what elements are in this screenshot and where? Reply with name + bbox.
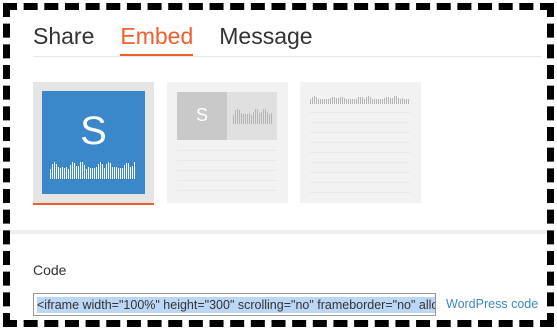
embed-code-input[interactable]: <iframe width="100%" height="300" scroll…: [33, 293, 436, 316]
placeholder-line: [310, 172, 410, 173]
placeholder-line: [310, 112, 410, 113]
code-label: Code: [33, 262, 67, 278]
placeholder-line: [310, 132, 410, 133]
section-divider: [10, 230, 547, 234]
placeholder-line: [177, 160, 277, 161]
tab-embed[interactable]: Embed: [120, 22, 194, 56]
waveform-icon: [50, 162, 135, 179]
placeholder-line: [310, 192, 410, 193]
artwork-letter: S: [80, 109, 107, 153]
artwork-letter-small: S: [195, 105, 208, 125]
track-artwork-small: S: [177, 92, 227, 140]
embed-code-text: <iframe width="100%" height="300" scroll…: [37, 297, 435, 313]
placeholder-line: [177, 190, 277, 191]
placeholder-line: [310, 142, 410, 143]
player-preview: S: [177, 92, 277, 140]
placeholder-line: [310, 162, 410, 163]
tab-message[interactable]: Message: [219, 22, 312, 56]
placeholder-line: [310, 152, 410, 153]
embed-option-classic-player[interactable]: S: [167, 82, 288, 203]
selected-option-indicator: [33, 203, 154, 205]
placeholder-line: [177, 150, 277, 151]
share-tabs: Share Embed Message: [33, 22, 313, 56]
placeholder-line: [177, 170, 277, 171]
placeholder-line: [310, 182, 410, 183]
waveform-icon: [233, 109, 272, 124]
embed-option-mini-player[interactable]: [300, 82, 421, 203]
embed-option-visual-player[interactable]: S: [33, 82, 154, 203]
placeholder-line: [177, 180, 277, 181]
tab-share[interactable]: Share: [33, 22, 94, 56]
track-artwork: S: [42, 91, 145, 194]
placeholder-line: [310, 122, 410, 123]
tabs-divider: [33, 56, 541, 57]
waveform-icon: [310, 96, 409, 104]
wordpress-code-link[interactable]: WordPress code: [446, 297, 538, 311]
